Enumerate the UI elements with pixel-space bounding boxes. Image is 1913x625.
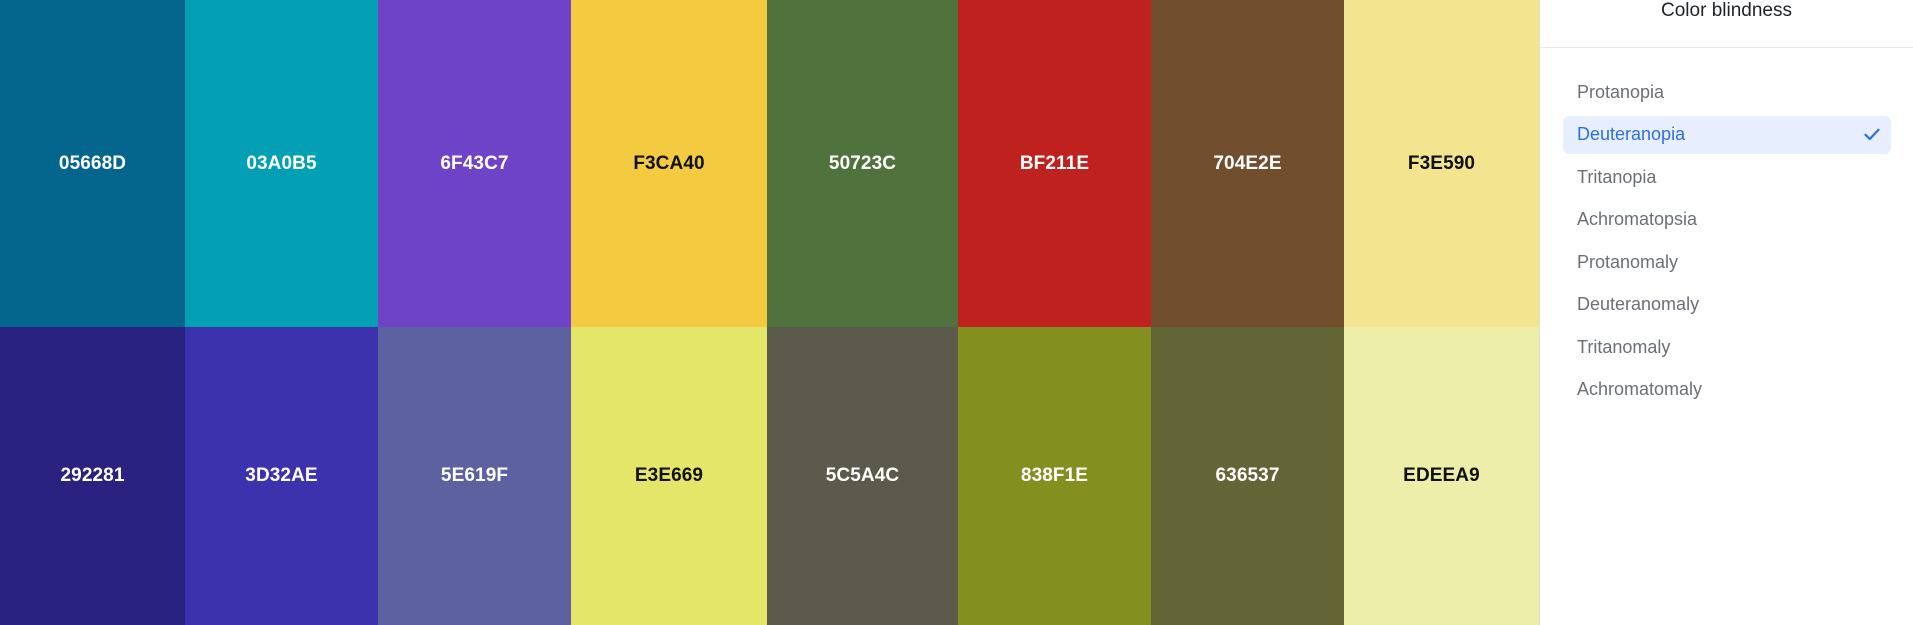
color-swatch[interactable]: 838F1E	[958, 327, 1151, 625]
swatch-hex-label: F3E590	[1407, 152, 1476, 174]
option-label: Protanomaly	[1577, 251, 1679, 272]
option-label: Deuteranomaly	[1577, 294, 1700, 314]
swatch-hex-label: 5C5A4C	[825, 465, 900, 486]
color-blindness-panel: Color blindness Protanopia Deuteranopia Tr…	[1540, 0, 1913, 625]
swatch-hex-label: 3D32AE	[245, 465, 318, 486]
color-swatch[interactable]: 292281	[0, 327, 185, 625]
palette-grid: 05668D 03A0B5 6F43C7 F3CA40 50723C BF211E 704E…	[0, 0, 1540, 625]
color-swatch[interactable]: 636537	[1151, 327, 1344, 625]
swatch-row-top: 05668D 03A0B5 6F43C7 F3CA40 50723C BF211E 704E…	[0, 0, 1539, 327]
option-tritanomaly[interactable]: Tritanomaly	[1563, 328, 1891, 366]
option-label: Achromatopsia	[1577, 209, 1698, 229]
option-protanomaly[interactable]: Protanomaly	[1563, 243, 1891, 281]
option-label: Protanopia	[1577, 81, 1665, 102]
color-blindness-options: Protanopia Deuteranopia Tritanopia Achromat…	[1540, 48, 1913, 413]
color-swatch[interactable]: 03A0B5	[185, 0, 378, 327]
swatch-hex-label: F3CA40	[633, 152, 705, 174]
panel-header: Color blindness	[1540, 0, 1913, 48]
swatch-hex-label: E3E669	[634, 465, 704, 486]
swatch-hex-label: 838F1E	[1020, 465, 1089, 486]
option-label: Achromatomaly	[1577, 379, 1703, 399]
swatch-hex-label: 05668D	[58, 152, 127, 174]
swatch-hex-label: 6F43C7	[440, 152, 509, 174]
color-swatch[interactable]: E3E669	[571, 327, 767, 625]
color-swatch[interactable]: BF211E	[958, 0, 1151, 327]
panel-title: Color blindness	[1661, 0, 1792, 21]
color-swatch[interactable]: F3CA40	[571, 0, 767, 327]
color-swatch[interactable]: 6F43C7	[378, 0, 571, 327]
option-deuteranomaly[interactable]: Deuteranomaly	[1563, 286, 1891, 324]
option-deuteranopia[interactable]: Deuteranopia	[1563, 115, 1891, 154]
swatch-hex-label: 03A0B5	[246, 152, 317, 174]
option-label: Deuteranopia	[1577, 124, 1686, 144]
option-protanopia[interactable]: Protanopia	[1563, 73, 1891, 111]
option-achromatopsia[interactable]: Achromatopsia	[1563, 201, 1891, 239]
option-achromatomaly[interactable]: Achromatomaly	[1563, 371, 1891, 409]
app-root: 05668D 03A0B5 6F43C7 F3CA40 50723C BF211E 704E…	[0, 0, 1913, 625]
option-label: Tritanopia	[1577, 166, 1657, 187]
option-tritanopia[interactable]: Tritanopia	[1563, 158, 1891, 196]
color-swatch[interactable]: 50723C	[767, 0, 958, 327]
option-label: Tritanomaly	[1577, 336, 1671, 357]
color-swatch[interactable]: 704E2E	[1151, 0, 1344, 327]
check-icon	[1863, 126, 1881, 144]
color-swatch[interactable]: F3E590	[1344, 0, 1539, 327]
swatch-hex-label: 50723C	[828, 152, 897, 174]
swatch-hex-label: 636537	[1215, 465, 1280, 486]
swatch-hex-label: 704E2E	[1213, 152, 1282, 174]
swatch-hex-label: BF211E	[1019, 152, 1090, 174]
swatch-hex-label: 5E619F	[440, 465, 509, 486]
color-swatch[interactable]: EDEEA9	[1344, 327, 1539, 625]
color-swatch[interactable]: 5E619F	[378, 327, 571, 625]
color-swatch[interactable]: 5C5A4C	[767, 327, 958, 625]
color-swatch[interactable]: 3D32AE	[185, 327, 378, 625]
swatch-row-bottom: 292281 3D32AE 5E619F E3E669 5C5A4C 838F1E 6365…	[0, 327, 1539, 625]
swatch-hex-label: 292281	[60, 465, 125, 486]
swatch-hex-label: EDEEA9	[1403, 465, 1480, 486]
color-swatch[interactable]: 05668D	[0, 0, 185, 327]
